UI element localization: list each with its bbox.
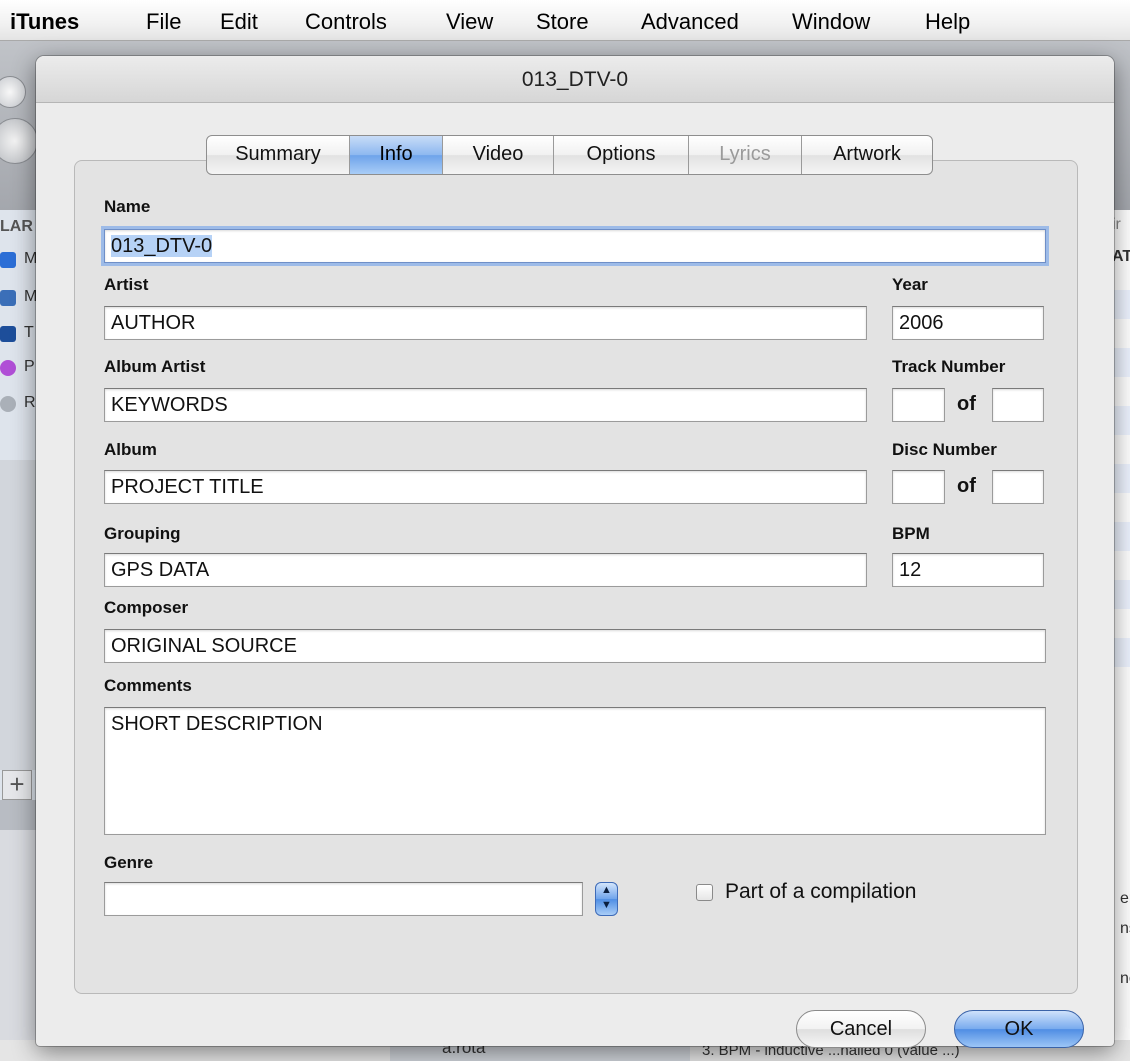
album-artist-field[interactable]: KEYWORDS <box>104 388 867 422</box>
menu-controls[interactable]: Controls <box>305 9 387 35</box>
album-artist-label: Album Artist <box>104 357 206 376</box>
disc-number-field[interactable] <box>892 470 945 504</box>
genre-label: Genre <box>104 853 154 872</box>
artist-field[interactable]: AUTHOR <box>104 306 867 340</box>
grouping-label: Grouping <box>104 524 181 543</box>
album-field[interactable]: PROJECT TITLE <box>104 470 867 504</box>
genre-popup-arrows-icon[interactable]: ▲ ▼ <box>595 882 618 916</box>
menu-advanced[interactable]: Advanced <box>641 9 739 35</box>
column-header-fragment: AT <box>1112 248 1130 265</box>
source-list-footer <box>0 800 40 830</box>
tab-lyrics: Lyrics <box>688 136 801 174</box>
source-list-lower <box>0 460 40 770</box>
name-field[interactable]: 013_DTV-0 <box>104 229 1046 263</box>
text-fragment: er <box>1120 890 1130 907</box>
cancel-button[interactable]: Cancel <box>796 1010 926 1048</box>
menu-edit[interactable]: Edit <box>220 9 258 35</box>
bpm-label: BPM <box>892 524 930 543</box>
year-label: Year <box>892 275 928 294</box>
track-of-label: of <box>957 393 976 415</box>
name-label: Name <box>104 197 151 216</box>
tab-options[interactable]: Options <box>553 136 688 174</box>
tab-info[interactable]: Info <box>349 136 442 174</box>
ok-button[interactable]: OK <box>954 1010 1084 1048</box>
year-field[interactable]: 2006 <box>892 306 1044 340</box>
name-value: 013_DTV-0 <box>111 235 213 257</box>
track-number-field[interactable] <box>892 388 945 422</box>
menu-window[interactable]: Window <box>792 9 870 35</box>
source-item-fragment[interactable]: P <box>24 358 35 376</box>
track-number-label: Track Number <box>892 357 1006 376</box>
tab-artwork[interactable]: Artwork <box>801 136 932 174</box>
source-item-fragment[interactable]: T <box>24 324 34 342</box>
menu-itunes[interactable]: iTunes <box>10 9 79 35</box>
music-icon <box>0 252 16 268</box>
comments-label: Comments <box>104 676 192 695</box>
radio-icon <box>0 396 16 412</box>
tv-icon <box>0 326 16 342</box>
genre-field[interactable] <box>104 882 583 916</box>
tab-bar: Summary Info Video Options Lyrics Artwor… <box>206 135 933 175</box>
menu-file[interactable]: File <box>146 9 181 35</box>
disc-total-field[interactable] <box>992 470 1044 504</box>
bpm-field[interactable]: 12 <box>892 553 1044 587</box>
comments-field[interactable]: SHORT DESCRIPTION <box>104 707 1046 835</box>
track-total-field[interactable] <box>992 388 1044 422</box>
menu-view[interactable]: View <box>446 9 493 35</box>
add-playlist-icon[interactable]: + <box>2 770 32 800</box>
album-label: Album <box>104 440 157 459</box>
tab-summary[interactable]: Summary <box>207 136 349 174</box>
artist-label: Artist <box>104 275 149 294</box>
composer-field[interactable]: ORIGINAL SOURCE <box>104 629 1046 663</box>
compilation-checkbox[interactable] <box>696 884 713 901</box>
tab-video[interactable]: Video <box>442 136 553 174</box>
disc-of-label: of <box>957 475 976 497</box>
menu-store[interactable]: Store <box>536 9 589 35</box>
movies-icon <box>0 290 16 306</box>
dialog-titlebar[interactable]: 013_DTV-0 <box>36 56 1114 103</box>
menu-bar: iTunes File Edit Controls View Store Adv… <box>0 0 1130 41</box>
podcast-icon <box>0 360 16 376</box>
menu-help[interactable]: Help <box>925 9 970 35</box>
source-list-heading: LAR <box>0 218 33 235</box>
grouping-field[interactable]: GPS DATA <box>104 553 867 587</box>
disc-number-label: Disc Number <box>892 440 997 459</box>
composer-label: Composer <box>104 598 189 617</box>
text-fragment: ne <box>1120 970 1130 987</box>
get-info-dialog: 013_DTV-0 Summary Info Video Options Lyr… <box>36 56 1114 1048</box>
dialog-title: 013_DTV-0 <box>521 68 629 91</box>
text-fragment: ns <box>1120 920 1130 937</box>
compilation-label[interactable]: Part of a compilation <box>725 880 916 904</box>
source-item-fragment[interactable]: R <box>24 394 36 412</box>
